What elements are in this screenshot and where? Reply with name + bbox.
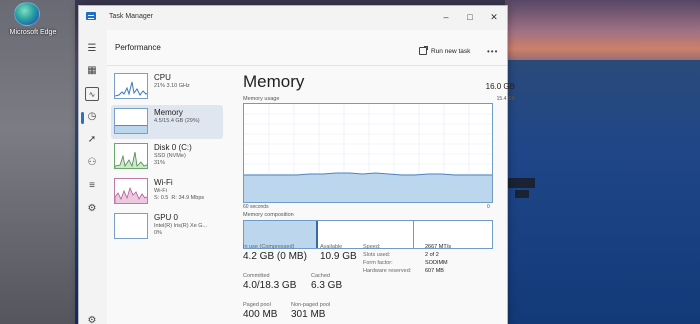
stat-value: 4.2 GB (0 MB) — [243, 251, 307, 262]
kv-label: Slots used: — [363, 252, 391, 258]
stat-label: Non-paged pool — [291, 302, 331, 308]
perf-item-memory[interactable]: Memory 4.5/15.4 GB (29%) — [111, 105, 223, 139]
hamburger-icon[interactable]: ☰ — [85, 42, 99, 56]
stat-cached: Cached 6.3 GB — [311, 273, 342, 291]
kv-value: SODIMM — [425, 260, 448, 266]
desktop-rock — [515, 190, 529, 198]
perf-item-cpu[interactable]: CPU 21% 3.10 GHz — [111, 70, 223, 104]
stat-paged-pool: Paged pool 400 MB — [243, 302, 277, 320]
nav-rail: ☰ ▦ ∿ ◷ ➚ ⚇ ≡ ⚙ ⚙ — [79, 30, 105, 324]
details-icon[interactable]: ≡ — [85, 179, 99, 193]
memory-composition-label: Memory composition — [243, 212, 294, 218]
settings-icon[interactable]: ⚙ — [85, 314, 99, 324]
kv-label: Hardware reserved: — [363, 268, 412, 274]
kv-value: 2 of 2 — [425, 252, 439, 258]
perf-item-name: CPU — [154, 73, 171, 82]
perf-item-detail: 4.5/15.4 GB (29%) — [154, 118, 200, 124]
memory-total: 16.0 GB — [485, 82, 515, 91]
memory-usage-graph — [243, 103, 493, 203]
minimize-button[interactable]: – — [435, 9, 457, 25]
kv-label: Form factor: — [363, 260, 393, 266]
processes-icon[interactable]: ▦ — [85, 64, 99, 78]
kv-value: 607 MB — [425, 268, 444, 274]
edge-icon[interactable] — [14, 2, 40, 26]
stat-value: 301 MB — [291, 309, 326, 320]
wifi-thumbnail — [114, 178, 148, 204]
desktop-left — [0, 0, 75, 324]
stat-value: 10.9 GB — [320, 251, 357, 262]
app-history-icon[interactable]: ◷ — [85, 110, 99, 124]
perf-item-wifi[interactable]: Wi-Fi Wi-Fi S: 0.5 R: 34.9 Mbps — [111, 175, 223, 209]
perf-item-name: Memory — [154, 108, 183, 117]
perf-item-name: Wi-Fi — [154, 178, 173, 187]
memory-thumbnail — [114, 108, 148, 134]
run-new-task-label: Run new task — [431, 47, 471, 55]
desktop-rock — [505, 178, 535, 188]
stat-label: In use (Compressed) — [243, 244, 295, 250]
close-button[interactable]: ✕ — [483, 9, 505, 25]
title-bar[interactable]: Task Manager – □ ✕ — [79, 6, 507, 28]
stat-committed: Committed 4.0/18.3 GB — [243, 273, 296, 291]
perf-item-detail: 21% 3.10 GHz — [154, 83, 190, 89]
page-title: Performance — [115, 43, 161, 52]
window-title: Task Manager — [109, 13, 153, 20]
main-content: Performance Run new task ••• CPU 21% 3.1… — [107, 30, 515, 324]
maximize-button[interactable]: □ — [459, 9, 481, 25]
stat-label: Cached — [311, 273, 330, 279]
graph-axis-right: 0 — [487, 204, 490, 210]
perf-item-detail: SSD (NVMe) 31% — [154, 153, 186, 166]
services-icon[interactable]: ⚙ — [85, 202, 99, 216]
page-header: Performance Run new task ••• — [107, 30, 507, 66]
kv-value: 2667 MT/s — [425, 244, 451, 250]
desktop-water — [505, 60, 700, 324]
stat-value: 4.0/18.3 GB — [243, 280, 297, 291]
kv-label: Speed: — [363, 244, 381, 250]
perf-item-detail: Intel(R) Iris(R) Xe G... 0% — [154, 223, 208, 236]
memory-usage-area — [244, 173, 492, 202]
active-indicator — [81, 112, 84, 124]
cpu-thumbnail — [114, 73, 148, 99]
startup-icon[interactable]: ➚ — [85, 133, 99, 147]
performance-icon[interactable]: ∿ — [85, 87, 99, 101]
stat-value: 6.3 GB — [311, 280, 343, 291]
stat-available: Available 10.9 GB — [320, 244, 357, 262]
perf-item-gpu[interactable]: GPU 0 Intel(R) Iris(R) Xe G... 0% — [111, 210, 223, 244]
users-icon[interactable]: ⚇ — [85, 156, 99, 170]
graph-axis-left: 60 seconds — [243, 204, 269, 210]
task-manager-icon — [86, 12, 96, 20]
gpu-thumbnail — [114, 213, 148, 239]
perf-item-disk[interactable]: Disk 0 (C:) SSD (NVMe) 31% — [111, 140, 223, 174]
stat-label: Committed — [243, 273, 270, 279]
perf-item-detail: Wi-Fi S: 0.5 R: 34.9 Mbps — [154, 188, 205, 201]
more-options-button[interactable]: ••• — [487, 47, 498, 56]
stat-label: Paged pool — [243, 302, 271, 308]
stat-nonpaged-pool: Non-paged pool 301 MB — [291, 302, 330, 320]
memory-usage-label: Memory usage — [243, 96, 280, 102]
run-new-task-button[interactable]: Run new task — [419, 46, 471, 55]
disk-thumbnail — [114, 143, 148, 169]
memory-usage-svg — [244, 104, 492, 202]
stat-label: Available — [320, 244, 343, 250]
perf-item-name: Disk 0 (C:) — [154, 143, 192, 152]
stat-value: 400 MB — [243, 309, 278, 320]
edge-label[interactable]: Microsoft Edge — [8, 28, 58, 37]
memory-usage-max: 15.4 GB — [496, 96, 515, 102]
detail-title: Memory — [243, 72, 305, 91]
task-manager-window: Task Manager – □ ✕ ☰ ▦ ∿ ◷ ➚ ⚇ ≡ ⚙ ⚙ Per… — [78, 5, 515, 324]
perf-item-name: GPU 0 — [154, 213, 179, 222]
stat-in-use: In use (Compressed) 4.2 GB (0 MB) — [243, 244, 307, 262]
run-task-icon — [419, 46, 428, 55]
